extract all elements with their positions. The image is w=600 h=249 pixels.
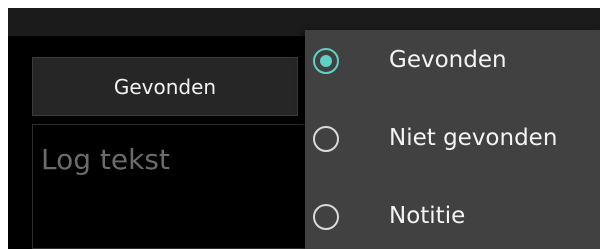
option-note-label: Notitie (389, 203, 466, 229)
option-found[interactable]: Gevonden (305, 35, 600, 85)
option-note[interactable]: Notitie (305, 191, 600, 241)
option-found-label: Gevonden (389, 47, 507, 73)
status-options-popup: Gevonden Niet gevonden Notitie (305, 30, 600, 249)
radio-unchecked-icon[interactable] (313, 204, 339, 230)
found-status-button[interactable]: Gevonden (32, 57, 298, 116)
option-not-found[interactable]: Niet gevonden (305, 113, 600, 163)
found-status-button-label: Gevonden (113, 74, 217, 99)
option-not-found-label: Niet gevonden (389, 125, 558, 151)
app-window: Gevonden Gevonden Niet gevonden Notitie (0, 0, 600, 249)
radio-dot (320, 55, 332, 67)
radio-unchecked-icon[interactable] (313, 126, 339, 152)
top-border (0, 0, 600, 8)
log-text-input[interactable] (33, 125, 317, 248)
log-text-field[interactable] (32, 124, 318, 249)
radio-checked-icon[interactable] (313, 48, 339, 74)
